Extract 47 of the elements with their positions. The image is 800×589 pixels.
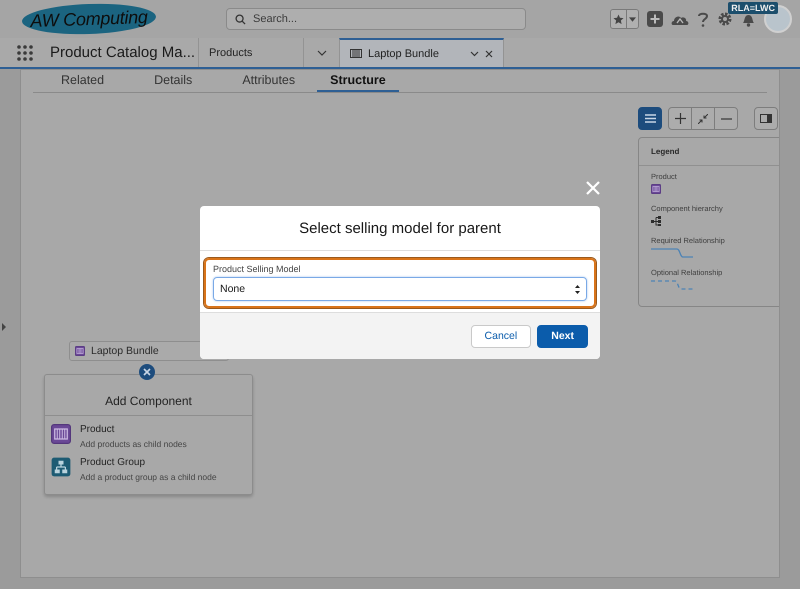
product-icon [51,424,71,444]
record-tab[interactable]: Attributes [214,70,318,92]
record-tab[interactable]: Structure [317,70,399,92]
app-launcher-icon[interactable] [17,44,33,60]
caret-icon [629,16,636,22]
settings-icon[interactable] [717,11,733,27]
optional-line-icon [651,280,693,290]
product-icon [350,49,362,58]
panel-toggle-button[interactable] [754,107,778,130]
cancel-button[interactable]: Cancel [470,324,532,348]
close-icon[interactable] [485,50,493,58]
add-icon[interactable] [647,11,663,27]
star-icon [613,14,624,24]
app-name: Product Catalog Ma... [50,43,196,63]
close-icon[interactable] [139,364,155,380]
field-label: Product Selling Model [213,264,302,274]
list-icon [644,114,656,123]
side-panel-icon [760,114,772,123]
legend-title: Legend [639,138,779,166]
hierarchy-icon [651,216,662,226]
record-tab[interactable]: Details [126,70,214,92]
plus-icon [674,113,686,124]
chevron-icon[interactable] [316,50,326,56]
search-field[interactable]: Search... [226,8,526,30]
product-icon [75,346,85,356]
workspace-tab[interactable]: Laptop Bundle [339,38,504,67]
component-option[interactable]: Product Group Add a product group as a child node [45,449,252,482]
component-option[interactable]: Product Add products as child nodes [45,416,252,449]
org-badge: RLA=LWC [728,2,778,14]
required-line-icon [651,248,693,258]
minus-icon [720,118,732,120]
selling-model-select[interactable]: None [213,277,587,301]
record-tab[interactable]: Related [33,70,126,92]
fit-button[interactable] [691,107,715,130]
expand-handle-icon[interactable] [2,323,6,331]
updown-icon [575,284,580,294]
modal-title: Select selling model for parent [200,206,600,251]
list-view-button[interactable] [638,107,662,130]
shrink-icon [698,114,708,124]
favorites-button[interactable] [610,9,639,29]
zoom-in-button[interactable] [668,107,692,130]
help-icon[interactable] [697,11,709,27]
chevron-icon [470,50,479,56]
next-button[interactable]: Next [537,324,588,348]
product-icon [651,184,661,194]
hierarchy-icon [51,457,71,477]
workspace-tab[interactable]: Products [198,38,303,67]
